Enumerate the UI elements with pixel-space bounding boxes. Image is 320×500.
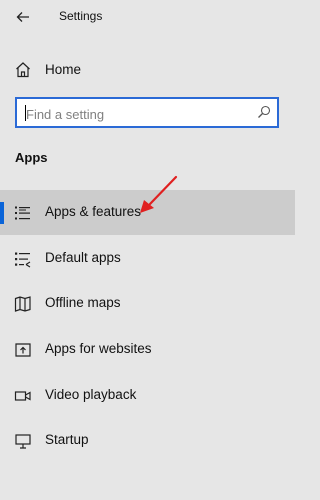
video-camera-icon bbox=[14, 387, 32, 405]
apps-list-icon bbox=[14, 204, 32, 222]
nav-item-default-apps[interactable]: Default apps bbox=[0, 236, 295, 281]
default-apps-icon bbox=[14, 250, 32, 268]
nav-item-label: Default apps bbox=[45, 250, 121, 265]
home-icon bbox=[14, 61, 32, 78]
selection-indicator bbox=[0, 202, 4, 224]
search-box[interactable]: Find a setting bbox=[15, 97, 279, 128]
arrow-left-icon bbox=[16, 12, 29, 22]
nav-item-label: Offline maps bbox=[45, 295, 121, 310]
title-bar: Settings bbox=[0, 0, 295, 34]
section-heading: Apps bbox=[15, 150, 48, 165]
home-label: Home bbox=[45, 62, 82, 77]
annotation-arrow-icon bbox=[140, 175, 178, 213]
back-button[interactable] bbox=[12, 6, 34, 28]
nav-item-startup[interactable]: Startup bbox=[0, 418, 295, 463]
window-title: Settings bbox=[59, 9, 103, 23]
nav-item-offline-maps[interactable]: Offline maps bbox=[0, 281, 295, 326]
startup-icon bbox=[14, 432, 32, 450]
map-icon bbox=[14, 295, 32, 313]
search-icon[interactable] bbox=[257, 105, 271, 119]
nav-item-label: Apps & features bbox=[45, 204, 142, 219]
nav-item-video-playback[interactable]: Video playback bbox=[0, 373, 295, 418]
home-nav-item[interactable]: Home bbox=[0, 54, 295, 86]
nav-item-label: Video playback bbox=[45, 387, 137, 402]
nav-item-label: Startup bbox=[45, 432, 89, 447]
nav-item-apps-for-websites[interactable]: Apps for websites bbox=[0, 327, 295, 372]
open-external-icon bbox=[14, 341, 32, 359]
nav-item-label: Apps for websites bbox=[45, 341, 152, 356]
search-input[interactable]: Find a setting bbox=[26, 107, 104, 122]
